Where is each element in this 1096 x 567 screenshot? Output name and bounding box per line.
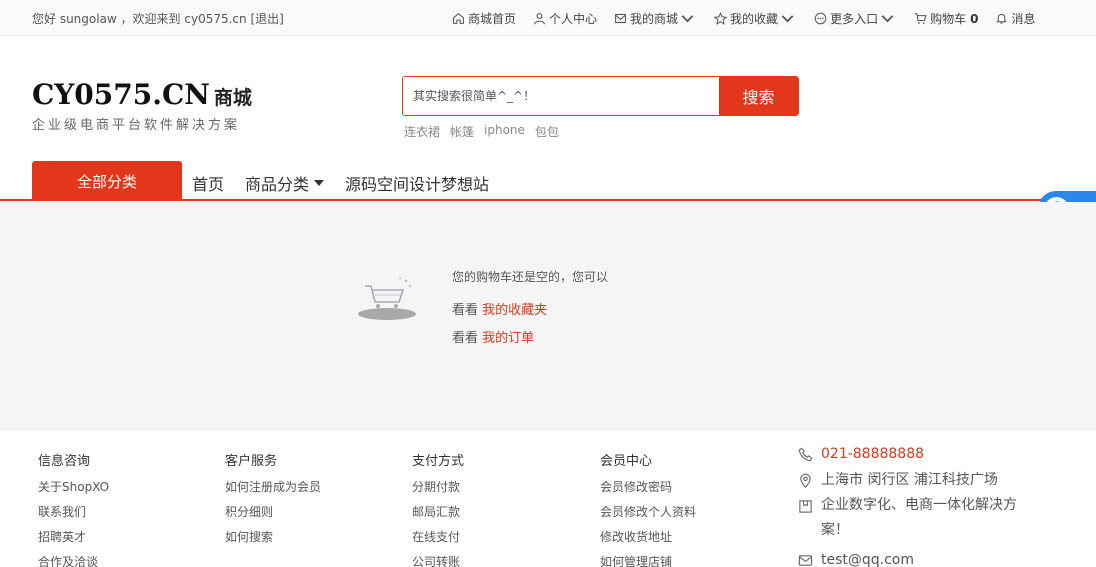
topnav-home-label: 商城首页 [468, 12, 517, 26]
contact-email: test@qq.com [821, 552, 915, 567]
hot-word-link[interactable]: iphone [484, 123, 525, 140]
footer-column-member: 会员中心 会员修改密码 会员修改个人资料 修改收货地址 如何管理店铺 [600, 450, 696, 567]
caret-down-icon [314, 180, 325, 186]
footer-link[interactable]: 在线支付 [412, 528, 464, 545]
cart-count-badge: 0 [970, 11, 979, 26]
mail-icon [615, 13, 626, 24]
greeting-text: 您好 sungolaw ，欢迎来到 cy0575.cn [32, 12, 247, 26]
footer-link[interactable]: 公司转账 [412, 553, 464, 567]
box-icon [799, 500, 812, 513]
cart-icon [914, 13, 927, 24]
topnav-user-label: 个人中心 [549, 12, 598, 26]
email-icon [798, 555, 813, 566]
logo-main-text: CY0575.CN [32, 78, 210, 111]
topnav-my-mall-label: 我的商城 [630, 12, 679, 26]
top-nav: 商城首页 个人中心 我的商城 我的收藏 更多入口 购物车 0 消息 [452, 10, 1052, 27]
contact-slogan: 企业数字化、电商一体化解决方案！ [821, 497, 1017, 538]
topnav-messages[interactable]: 消息 [995, 10, 1035, 27]
contact-email-row: test@qq.com [798, 551, 1018, 567]
topnav-cart-label: 购物车 [930, 12, 967, 26]
chevron-down-icon [781, 15, 794, 23]
search-button[interactable]: 搜索 [719, 77, 798, 115]
footer-column-service: 客户服务 如何注册成为会员 积分细则 如何搜索 [225, 450, 321, 553]
footer-column-title: 会员中心 [600, 454, 653, 469]
view-prefix: 看看 [452, 331, 479, 346]
footer-link[interactable]: 积分细则 [225, 503, 321, 520]
my-orders-link[interactable]: 我的订单 [482, 331, 534, 346]
nav-design-label: 源码空间设计梦想站 [345, 175, 490, 194]
all-categories-button[interactable]: 全部分类 [32, 161, 182, 201]
footer-link[interactable]: 如何注册成为会员 [225, 478, 321, 495]
logo-subtitle: 企业级电商平台软件解决方案 [32, 118, 241, 133]
welcome-text: 您好 sungolaw ，欢迎来到 cy0575.cn [退出] [32, 10, 284, 27]
topnav-my-mall[interactable]: 我的商城 [614, 10, 697, 27]
footer-contact: 021-88888888 上海市 闵行区 浦江科技广场 企业数字化、电商一体化解… [798, 445, 1018, 567]
nav-categories-link[interactable]: 商品分类 [245, 171, 325, 195]
footer-link[interactable]: 分期付款 [412, 478, 464, 495]
contact-phone-row: 021-88888888 [798, 445, 1018, 463]
footer-column-payment: 支付方式 分期付款 邮局汇款 在线支付 公司转账 [412, 450, 464, 567]
contact-slogan-row: 企业数字化、电商一体化解决方案！ [798, 497, 1018, 543]
chevron-down-icon [681, 15, 694, 23]
view-orders-line: 看看 我的订单 [452, 327, 534, 346]
nav-home-link[interactable]: 首页 [192, 171, 224, 195]
main-nav: 全部分类 首页 商品分类 源码空间设计梦想站 [0, 161, 1096, 201]
footer: 信息咨询 关于ShopXO 联系我们 招聘英才 合作及洽谈 客户服务 如何注册成… [0, 429, 1096, 567]
contact-phone: 021-88888888 [821, 446, 925, 462]
nav-design-link[interactable]: 源码空间设计梦想站 [345, 171, 489, 195]
footer-column-title: 信息咨询 [38, 454, 91, 469]
nav-categories-label: 商品分类 [245, 175, 310, 194]
user-icon [534, 13, 545, 25]
star-icon [714, 12, 728, 25]
my-favorites-link[interactable]: 我的收藏夹 [482, 303, 547, 318]
bell-icon [996, 13, 1008, 24]
chevron-down-icon [881, 15, 894, 23]
topnav-cart[interactable]: 购物车 0 [914, 10, 978, 27]
footer-link[interactable]: 邮局汇款 [412, 503, 464, 520]
footer-link[interactable]: 招聘英才 [38, 528, 109, 545]
topnav-more[interactable]: 更多入口 [814, 10, 897, 27]
nav-links: 首页 商品分类 源码空间设计梦想站 [192, 171, 510, 195]
footer-link[interactable]: 如何搜索 [225, 528, 321, 545]
site-logo[interactable]: CY0575.CN 商城 企业级电商平台软件解决方案 [32, 78, 252, 133]
footer-link[interactable]: 会员修改密码 [600, 478, 696, 495]
logo-shop-text: 商城 [213, 87, 252, 109]
footer-link[interactable]: 如何管理店铺 [600, 553, 696, 567]
footer-link[interactable]: 关于ShopXO [38, 478, 109, 495]
location-pin-icon [800, 473, 811, 488]
empty-cart-message: 您的购物车还是空的，您可以 [452, 270, 609, 284]
nav-home-label: 首页 [192, 175, 225, 194]
hot-search-words: 连衣裙 帐篷 iphone 包包 [404, 123, 559, 140]
topnav-favorites[interactable]: 我的收藏 [714, 10, 797, 27]
topnav-user-center[interactable]: 个人中心 [533, 10, 597, 27]
contact-address: 上海市 闵行区 浦江科技广场 [821, 472, 998, 488]
search-input[interactable] [403, 77, 719, 115]
footer-link[interactable]: 修改收货地址 [600, 528, 696, 545]
footer-column-title: 客户服务 [225, 454, 278, 469]
topnav-home[interactable]: 商城首页 [452, 10, 516, 27]
search-box: 搜索 [402, 76, 799, 116]
hot-word-link[interactable]: 帐篷 [450, 123, 474, 140]
view-prefix: 看看 [452, 303, 479, 318]
home-icon [453, 12, 464, 24]
more-icon [814, 12, 827, 25]
empty-cart-section: 您的购物车还是空的，您可以 看看 我的收藏夹 看看 我的订单 [0, 202, 1096, 429]
hot-word-link[interactable]: 连衣裙 [404, 123, 440, 140]
logout-link[interactable]: [退出] [250, 12, 283, 26]
top-bar: 您好 sungolaw ，欢迎来到 cy0575.cn [退出] 商城首页 个人… [0, 0, 1096, 36]
footer-link[interactable]: 合作及洽谈 [38, 553, 109, 567]
topnav-favorites-label: 我的收藏 [730, 12, 779, 26]
empty-cart-illustration [358, 277, 416, 320]
topnav-more-label: 更多入口 [830, 12, 879, 26]
footer-link[interactable]: 联系我们 [38, 503, 109, 520]
view-favorites-line: 看看 我的收藏夹 [452, 299, 547, 318]
contact-address-row: 上海市 闵行区 浦江科技广场 [798, 471, 1018, 489]
footer-column-title: 支付方式 [412, 454, 465, 469]
phone-icon [798, 447, 813, 462]
footer-link[interactable]: 会员修改个人资料 [600, 503, 696, 520]
topnav-messages-label: 消息 [1011, 12, 1036, 26]
hot-word-link[interactable]: 包包 [535, 123, 559, 140]
footer-column-info: 信息咨询 关于ShopXO 联系我们 招聘英才 合作及洽谈 [38, 450, 109, 567]
